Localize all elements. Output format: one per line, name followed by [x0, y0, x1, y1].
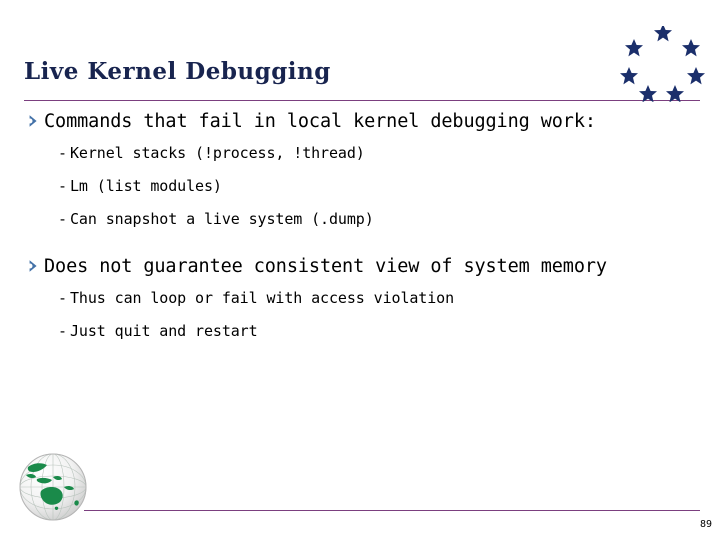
bullet-level2-text: Can snapshot a live system (.dump): [70, 210, 374, 228]
dash-marker: -: [58, 177, 68, 195]
slide-canvas: Live Kernel Debugging Commands that fail…: [0, 0, 720, 540]
bullet-level1: Does not guarantee consistent view of sy…: [0, 253, 720, 283]
page-title: Live Kernel Debugging: [24, 58, 331, 85]
globe-icon: [17, 451, 89, 523]
bullet-level2: - Thus can loop or fail with access viol…: [0, 285, 720, 318]
bullet-level2: - Can snapshot a live system (.dump): [0, 206, 720, 239]
circular-arrow-bullet-icon: [20, 256, 40, 276]
bullet-level2-text: Lm (list modules): [70, 177, 222, 195]
dash-marker: -: [58, 289, 68, 307]
bullet-level2-text: Kernel stacks (!process, !thread): [70, 144, 365, 162]
bullet-level2: - Kernel stacks (!process, !thread): [0, 140, 720, 173]
dash-marker: -: [58, 322, 68, 340]
bullet-level1-text: Commands that fail in local kernel debug…: [44, 111, 596, 132]
bullet-level1: Commands that fail in local kernel debug…: [0, 108, 720, 138]
bullet-level1-text: Does not guarantee consistent view of sy…: [44, 256, 607, 277]
bullet-level2: - Lm (list modules): [0, 173, 720, 206]
page-number: 89: [699, 519, 712, 530]
footer-divider: [84, 510, 700, 511]
bullet-level2-text: Just quit and restart: [70, 322, 258, 340]
circular-arrow-bullet-icon: [20, 111, 40, 131]
bullet-level2-text: Thus can loop or fail with access violat…: [70, 289, 455, 307]
dash-marker: -: [58, 144, 68, 162]
eu-stars-logo: [620, 26, 706, 102]
bullet-level2: - Just quit and restart: [0, 318, 720, 351]
dash-marker: -: [58, 210, 68, 228]
slide-body: Commands that fail in local kernel debug…: [0, 108, 720, 351]
title-divider: [24, 100, 700, 101]
